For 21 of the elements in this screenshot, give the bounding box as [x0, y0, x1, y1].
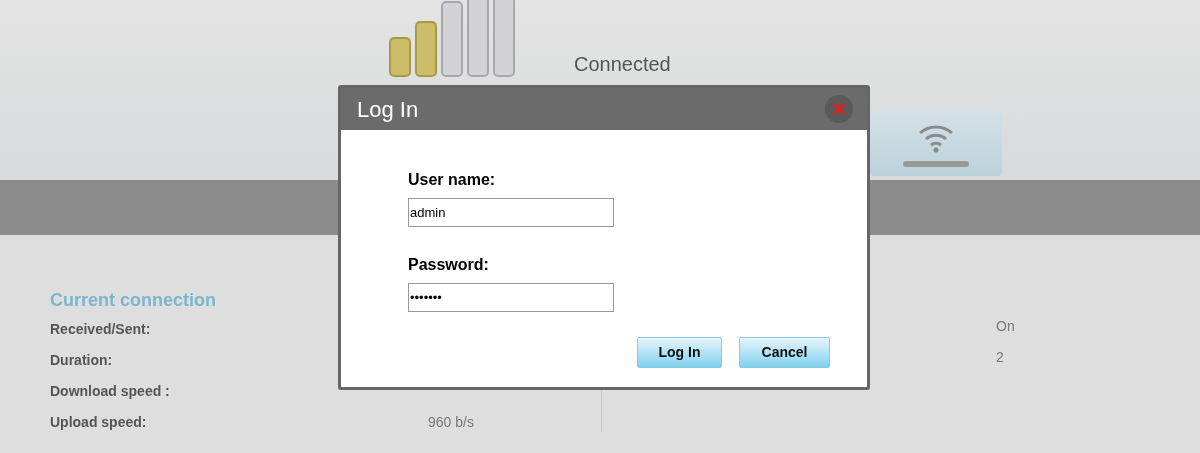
login-button[interactable]: Log In — [637, 337, 722, 368]
signal-strength-icon — [388, 0, 516, 78]
info-label: Upload speed: — [50, 413, 148, 432]
section-heading: Current connection — [50, 289, 216, 312]
connection-status: Connected — [574, 52, 671, 77]
bar-icon — [903, 161, 969, 167]
field-label: User name: — [408, 170, 497, 190]
wifi-tab[interactable] — [870, 110, 1002, 176]
info-value: 960 b/s — [428, 413, 474, 432]
dialog-title: Log In — [357, 95, 419, 124]
info-label: Download speed : — [50, 382, 171, 401]
info-value: On — [996, 317, 1015, 336]
close-button[interactable] — [825, 95, 853, 123]
info-value: 2 — [996, 348, 1004, 367]
password-field[interactable]: ••••••• — [408, 283, 614, 312]
info-label: Received/Sent: — [50, 320, 152, 339]
info-label: Duration: — [50, 351, 114, 370]
close-icon — [832, 102, 846, 116]
cancel-button[interactable]: Cancel — [739, 337, 830, 368]
field-label: Password: — [408, 255, 490, 275]
username-field[interactable]: admin — [408, 198, 614, 227]
